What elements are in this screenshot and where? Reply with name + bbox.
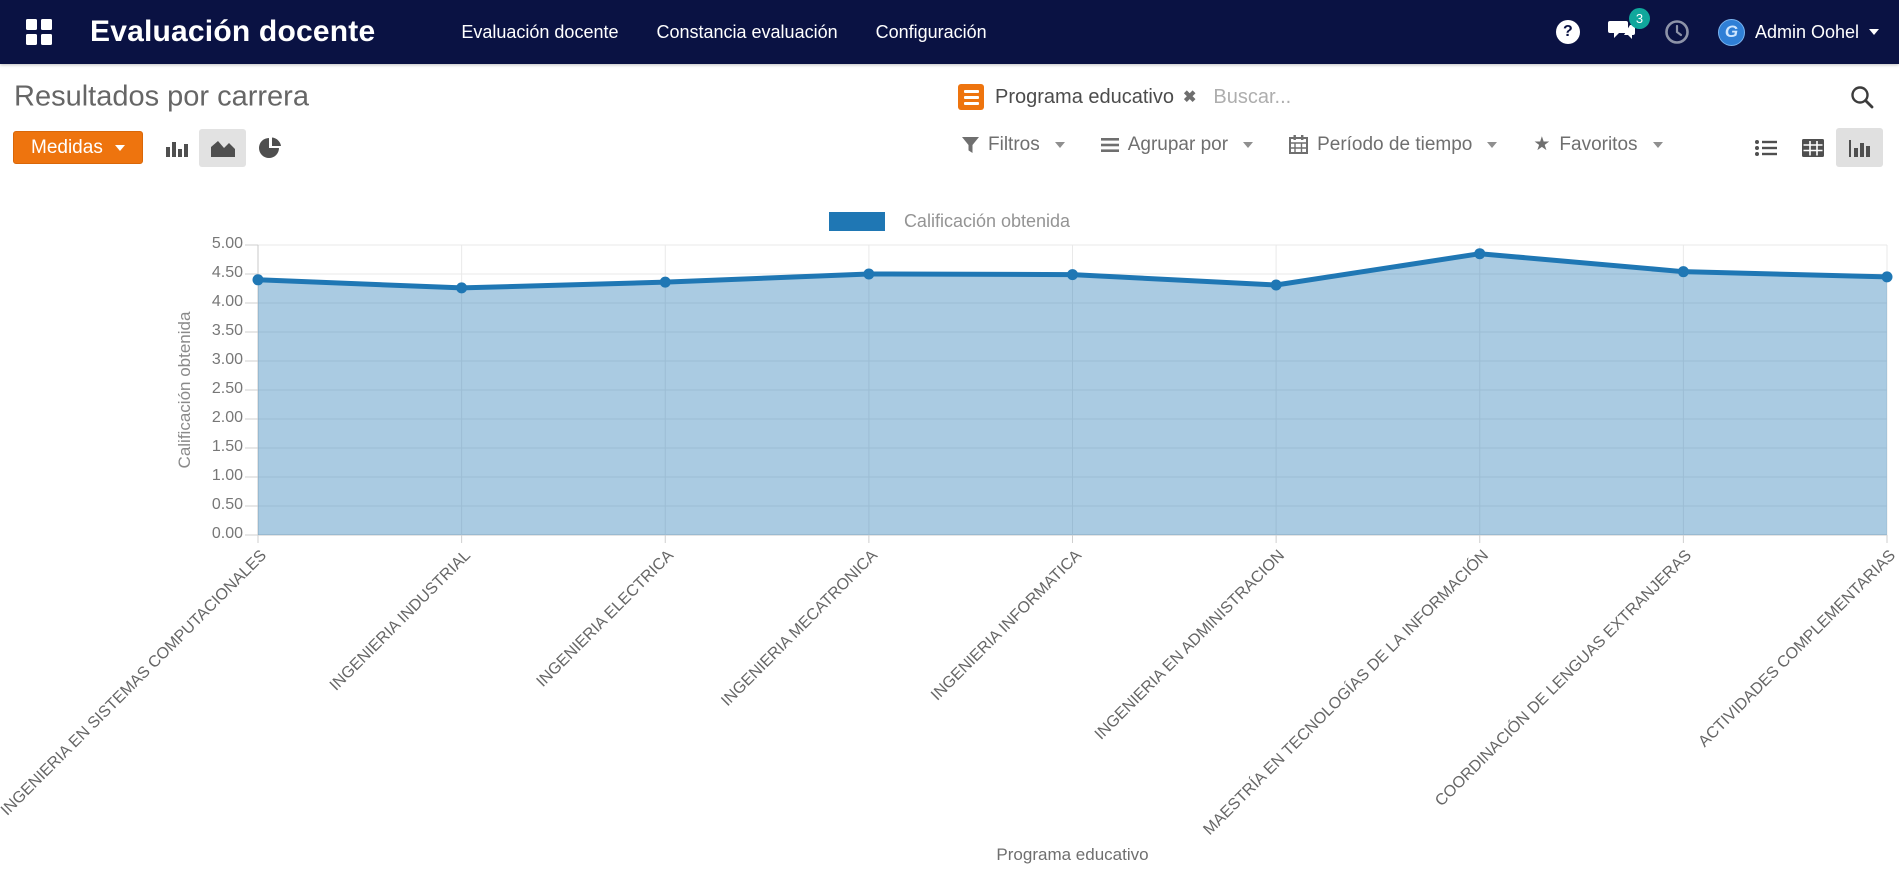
filters-bar: Filtros Agrupar por Período de tiempo ★ <box>962 133 1663 156</box>
table-grid-icon <box>1802 139 1824 157</box>
bar-chart-icon <box>164 137 188 159</box>
filters-dropdown[interactable]: Filtros <box>962 134 1065 156</box>
y-axis-tick-label: 1.50 <box>160 438 243 456</box>
graph-view-button[interactable] <box>1836 128 1883 167</box>
page-title: Resultados por carrera <box>14 81 309 114</box>
search-icon[interactable] <box>1849 84 1875 110</box>
time-range-dropdown[interactable]: Período de tiempo <box>1289 134 1497 156</box>
facet-remove-icon[interactable]: ✖ <box>1183 87 1196 107</box>
filter-funnel-icon <box>962 136 979 154</box>
search-bar[interactable]: Programa educativo ✖ Buscar... <box>958 84 1291 110</box>
chevron-down-icon <box>1055 142 1065 148</box>
favorites-label: Favoritos <box>1559 134 1637 156</box>
menu-constancia-evaluacion[interactable]: Constancia evaluación <box>656 18 837 47</box>
y-axis-tick-label: 2.50 <box>160 380 243 398</box>
pie-chart-mode-button[interactable] <box>246 129 293 167</box>
group-by-dropdown[interactable]: Agrupar por <box>1101 134 1253 156</box>
list-icon <box>1755 139 1777 157</box>
apps-menu-icon[interactable] <box>26 19 52 45</box>
menu-evaluacion-docente[interactable]: Evaluación docente <box>461 18 618 47</box>
toolbar: Medidas Filt <box>0 130 1899 188</box>
data-point[interactable] <box>456 282 467 293</box>
y-axis-tick-label: 5.00 <box>160 235 243 253</box>
y-axis-tick-label: 2.00 <box>160 409 243 427</box>
facet-label: Programa educativo <box>995 86 1174 109</box>
data-point[interactable] <box>253 274 264 285</box>
activity-clock-icon[interactable] <box>1664 19 1690 45</box>
data-point[interactable] <box>660 277 671 288</box>
calendar-icon <box>1289 135 1308 154</box>
chart-type-switcher <box>152 129 293 167</box>
line-chart-mode-button[interactable] <box>199 129 246 167</box>
data-point[interactable] <box>1474 248 1485 259</box>
y-axis-tick-label: 4.00 <box>160 293 243 311</box>
pivot-view-button[interactable] <box>1789 128 1836 167</box>
user-menu[interactable]: G Admin Oohel <box>1718 19 1879 46</box>
group-by-facet-icon <box>958 84 984 110</box>
group-by-bars-icon <box>1101 137 1119 153</box>
unread-count-badge: 3 <box>1629 8 1650 29</box>
y-axis-tick-label: 0.50 <box>160 496 243 514</box>
pie-chart-icon <box>258 136 282 160</box>
measures-button[interactable]: Medidas <box>13 131 143 164</box>
measures-label: Medidas <box>31 137 103 159</box>
navbar-right: ? 3 G Admin Oohel <box>1556 17 1879 48</box>
area-chart-icon <box>210 137 236 159</box>
graph-icon <box>1848 138 1872 158</box>
legend-swatch <box>829 212 885 231</box>
data-point[interactable] <box>1882 271 1893 282</box>
chevron-down-icon <box>1653 142 1663 148</box>
app-brand[interactable]: Evaluación docente <box>90 15 375 49</box>
time-range-label: Período de tiempo <box>1317 134 1472 156</box>
y-axis-tick-label: 1.00 <box>160 467 243 485</box>
top-menu: Evaluación docente Constancia evaluación… <box>461 18 986 47</box>
x-axis-title: Programa educativo <box>258 845 1887 865</box>
chevron-down-icon <box>1869 29 1879 35</box>
list-view-button[interactable] <box>1742 128 1789 167</box>
control-panel: Resultados por carrera Programa educativ… <box>0 64 1899 130</box>
favorites-dropdown[interactable]: ★ Favoritos <box>1533 133 1662 156</box>
chevron-down-icon <box>115 145 125 151</box>
data-point[interactable] <box>863 269 874 280</box>
group-by-label: Agrupar por <box>1128 134 1228 156</box>
chevron-down-icon <box>1487 142 1497 148</box>
data-point[interactable] <box>1271 280 1282 291</box>
y-axis-tick-label: 4.50 <box>160 264 243 282</box>
chart-legend[interactable]: Calificación obtenida <box>0 211 1899 232</box>
search-input[interactable]: Buscar... <box>1213 86 1291 109</box>
data-point[interactable] <box>1067 269 1078 280</box>
user-name: Admin Oohel <box>1755 22 1859 43</box>
y-axis-tick-label: 3.50 <box>160 322 243 340</box>
chevron-down-icon <box>1243 142 1253 148</box>
top-navbar: Evaluación docente Evaluación docente Co… <box>0 0 1899 64</box>
view-switcher <box>1742 128 1883 167</box>
bar-chart-mode-button[interactable] <box>152 129 199 167</box>
data-point[interactable] <box>1678 266 1689 277</box>
y-axis-tick-label: 0.00 <box>160 525 243 543</box>
y-axis-tick-label: 3.00 <box>160 351 243 369</box>
y-axis-title: Calificación obtenida <box>175 240 195 540</box>
area-fill <box>258 254 1887 535</box>
user-avatar: G <box>1718 19 1745 46</box>
legend-label: Calificación obtenida <box>904 211 1070 232</box>
menu-configuracion[interactable]: Configuración <box>876 18 987 47</box>
help-icon[interactable]: ? <box>1556 20 1580 44</box>
filters-label: Filtros <box>988 134 1040 156</box>
star-icon: ★ <box>1533 133 1550 156</box>
messages-icon[interactable]: 3 <box>1608 17 1636 48</box>
